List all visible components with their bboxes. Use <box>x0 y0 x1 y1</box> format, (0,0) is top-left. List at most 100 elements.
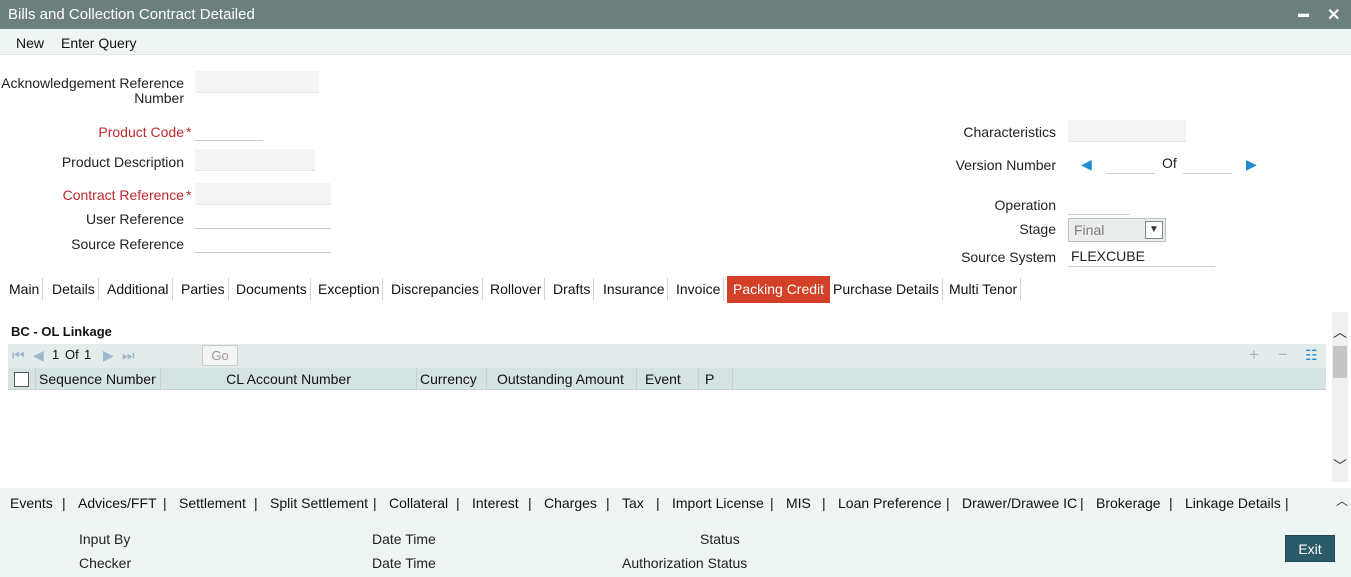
version-number-field[interactable] <box>1106 152 1155 174</box>
input-by-label: Input By <box>79 531 131 547</box>
link-separator: | <box>656 495 660 511</box>
link-brokerage[interactable]: Brokerage <box>1096 495 1161 511</box>
page-of-label: Of <box>65 347 79 362</box>
link-events[interactable]: Events <box>10 495 53 511</box>
link-separator: | <box>770 495 774 511</box>
select-all-checkbox[interactable] <box>14 372 29 387</box>
stage-value: Final <box>1074 222 1105 238</box>
previous-page-icon[interactable]: ◀ <box>33 347 44 364</box>
contract-ref-label: Contract Reference <box>62 187 184 203</box>
source-ref-label: Source Reference <box>71 236 184 252</box>
link-advices-fft[interactable]: Advices/FFT <box>78 495 157 511</box>
user-ref-field[interactable] <box>195 207 331 229</box>
tab-discrepancies[interactable]: Discrepancies <box>391 276 483 303</box>
first-page-icon[interactable]: ⏮ <box>12 347 25 364</box>
user-ref-label: User Reference <box>85 211 184 227</box>
link-separator: | <box>1080 495 1084 511</box>
checker-label: Checker <box>79 555 132 571</box>
previous-version-icon[interactable]: ◀ <box>1081 156 1092 173</box>
link-separator: | <box>822 495 826 511</box>
contract-ref-field[interactable] <box>195 183 331 205</box>
link-collateral[interactable]: Collateral <box>389 495 448 511</box>
next-page-icon[interactable]: ▶ <box>103 347 114 364</box>
stage-label: Stage <box>1019 221 1056 237</box>
characteristics-label: Characteristics <box>963 124 1056 140</box>
link-interest[interactable]: Interest <box>472 495 519 511</box>
product-desc-field <box>195 149 315 171</box>
scroll-up-icon[interactable]: ︿ <box>1333 322 1347 342</box>
product-code-label: Product Code <box>98 124 184 140</box>
delete-row-icon[interactable]: − <box>1278 345 1288 365</box>
contract-ref-required-mark: * <box>186 187 192 203</box>
link-mis[interactable]: MIS <box>786 495 811 511</box>
link-tax[interactable]: Tax <box>622 495 644 511</box>
product-desc-label: Product Description <box>61 154 184 170</box>
tab-packing-credit[interactable]: Packing Credit <box>727 276 831 303</box>
version-total-field <box>1183 152 1232 174</box>
operation-field[interactable] <box>1068 193 1130 215</box>
status-label: Status <box>700 531 740 547</box>
tab-bar: Main Details Additional Parties Document… <box>0 276 1351 304</box>
collapse-links-icon[interactable]: ︿ <box>1336 492 1348 509</box>
tab-multi-tenor[interactable]: Multi Tenor <box>949 276 1022 303</box>
link-separator: | <box>62 495 66 511</box>
link-separator: | <box>946 495 950 511</box>
col-cl-account-number: CL Account Number <box>161 368 417 390</box>
product-code-field[interactable] <box>195 119 263 141</box>
menu-new[interactable]: New <box>16 35 44 51</box>
operation-label: Operation <box>994 197 1056 213</box>
col-currency: Currency <box>417 368 487 390</box>
tab-main[interactable]: Main <box>9 276 44 303</box>
tab-additional[interactable]: Additional <box>107 276 172 303</box>
link-separator: | <box>163 495 167 511</box>
close-icon[interactable]: ✕ <box>1327 5 1340 25</box>
menu-enter-query[interactable]: Enter Query <box>61 35 136 51</box>
link-settlement[interactable]: Settlement <box>179 495 246 511</box>
go-button[interactable]: Go <box>202 345 238 366</box>
sub-system-links: Events | Advices/FFT | Settlement | Spli… <box>0 488 1351 520</box>
tab-documents[interactable]: Documents <box>236 276 311 303</box>
next-version-icon[interactable]: ▶ <box>1246 156 1257 173</box>
add-row-icon[interactable]: + <box>1249 345 1259 365</box>
single-view-icon[interactable]: ☷ <box>1305 347 1318 364</box>
source-ref-field[interactable] <box>195 231 331 253</box>
tab-drafts[interactable]: Drafts <box>553 276 595 303</box>
tab-exception[interactable]: Exception <box>318 276 385 303</box>
linkage-section-title: BC - OL Linkage <box>11 324 112 339</box>
tab-parties[interactable]: Parties <box>181 276 229 303</box>
last-page-icon[interactable]: ⏭ <box>122 347 135 364</box>
tab-purchase-details[interactable]: Purchase Details <box>833 276 943 303</box>
link-separator: | <box>254 495 258 511</box>
source-system-label: Source System <box>961 249 1056 265</box>
of-label: Of <box>1162 155 1177 171</box>
link-charges[interactable]: Charges <box>544 495 597 511</box>
source-system-field[interactable]: FLEXCUBE <box>1068 245 1215 267</box>
link-separator: | <box>606 495 610 511</box>
minimize-icon[interactable]: ▬ <box>1298 8 1309 20</box>
ack-ref-label-line2: Number <box>134 90 184 106</box>
tab-details[interactable]: Details <box>52 276 99 303</box>
window-title: Bills and Collection Contract Detailed <box>8 6 255 23</box>
link-import-license[interactable]: Import License <box>672 495 764 511</box>
col-p: P <box>699 368 733 390</box>
link-split-settlement[interactable]: Split Settlement <box>270 495 368 511</box>
vertical-scrollbar[interactable]: ︿ ﹀ <box>1332 312 1348 482</box>
stage-select[interactable]: Final ▼ <box>1068 218 1166 242</box>
exit-button[interactable]: Exit <box>1285 535 1335 562</box>
tab-invoice[interactable]: Invoice <box>676 276 725 303</box>
link-linkage-details[interactable]: Linkage Details <box>1185 495 1281 511</box>
tab-insurance[interactable]: Insurance <box>603 276 670 303</box>
tab-rollover[interactable]: Rollover <box>490 276 546 303</box>
scroll-thumb[interactable] <box>1333 346 1347 378</box>
link-separator: | <box>373 495 377 511</box>
link-drawer-drawee-ic[interactable]: Drawer/Drawee IC <box>962 495 1077 511</box>
link-loan-preference[interactable]: Loan Preference <box>838 495 942 511</box>
page-total: 1 <box>84 347 92 362</box>
pagination-bar: ⏮ ◀ 1 Of 1 ▶ ⏭ Go + − ☷ <box>8 344 1326 368</box>
link-separator: | <box>1285 495 1289 511</box>
product-code-required-mark: * <box>186 124 192 140</box>
scroll-down-icon[interactable]: ﹀ <box>1333 456 1347 476</box>
chevron-down-icon[interactable]: ▼ <box>1145 221 1163 239</box>
ack-ref-field[interactable] <box>195 71 319 93</box>
select-all-cell <box>8 368 36 390</box>
